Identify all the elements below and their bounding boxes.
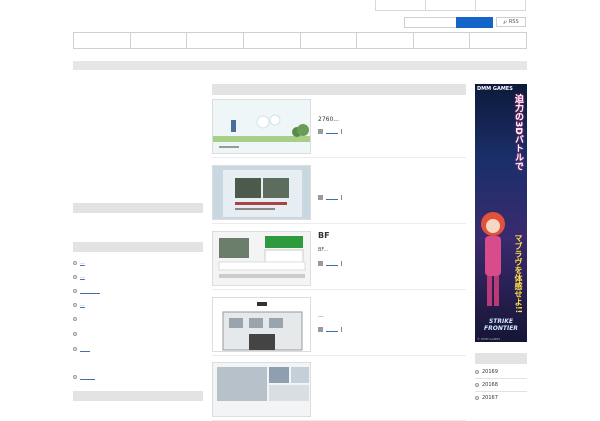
bullet-icon bbox=[73, 275, 77, 279]
post-item bbox=[212, 165, 466, 224]
post-meta bbox=[318, 261, 342, 266]
archive-item-label: 20169 bbox=[482, 369, 498, 375]
ad-banner[interactable]: DMM GAMES 迫力の3Dバトルで マブラヴを体感せよ!! STRIKE F… bbox=[475, 84, 527, 342]
separator-icon bbox=[341, 327, 342, 332]
post-title[interactable]: BF bbox=[318, 231, 330, 240]
post-thumbnail[interactable] bbox=[212, 231, 311, 286]
post-thumbnail[interactable] bbox=[212, 165, 311, 220]
ad-headline: 迫力の3Dバトルで bbox=[513, 94, 523, 171]
main-heading-bar bbox=[212, 84, 466, 95]
post-thumbnail[interactable] bbox=[212, 99, 311, 154]
post-excerpt: BF... bbox=[318, 247, 329, 253]
nav-item-6[interactable] bbox=[357, 33, 414, 48]
sidebar-item-label: ... bbox=[80, 274, 85, 280]
separator-icon bbox=[341, 195, 342, 200]
rss-icon: ℘ bbox=[503, 19, 507, 25]
sidebar-item[interactable]: ______ bbox=[73, 374, 95, 380]
divider bbox=[475, 391, 527, 392]
ad-footer: © DMM GAMES bbox=[477, 337, 501, 341]
post-meta bbox=[318, 195, 342, 200]
bullet-icon bbox=[73, 375, 77, 379]
bullet-icon bbox=[475, 383, 479, 387]
utility-tab-3[interactable] bbox=[475, 0, 526, 11]
nav-item-1[interactable] bbox=[74, 33, 131, 48]
sidebar-item[interactable] bbox=[73, 332, 80, 336]
archive-item-label: 20167 bbox=[482, 395, 498, 401]
archive-item[interactable]: 20167 bbox=[475, 395, 498, 401]
ad-subline: マブラヴを体感せよ!! bbox=[514, 234, 523, 314]
bullet-icon bbox=[73, 332, 77, 336]
sidebar-item[interactable]: ... bbox=[73, 302, 85, 308]
archive-item[interactable]: 20169 bbox=[475, 369, 498, 375]
sidebar-item-label: ... bbox=[80, 260, 85, 266]
post-thumbnail[interactable] bbox=[212, 362, 311, 417]
bullet-icon bbox=[73, 289, 77, 293]
sidebar-item-label: ... bbox=[80, 302, 85, 308]
post-item bbox=[212, 362, 466, 421]
post-thumbnail[interactable] bbox=[212, 297, 311, 352]
sidebar-item[interactable]: ________ bbox=[73, 288, 100, 294]
archive-heading bbox=[475, 353, 527, 364]
search-input[interactable] bbox=[404, 17, 457, 28]
bullet-icon bbox=[73, 317, 77, 321]
rss-button[interactable]: ℘ RSS bbox=[496, 17, 526, 27]
breadcrumb bbox=[73, 61, 527, 70]
bullet-icon bbox=[475, 370, 479, 374]
nav-item-5[interactable] bbox=[301, 33, 358, 48]
archive-item-label: 20168 bbox=[482, 382, 498, 388]
post-meta bbox=[318, 129, 342, 134]
post-item: ... bbox=[212, 297, 466, 356]
separator-icon bbox=[341, 261, 342, 266]
post-item: 2760... bbox=[212, 99, 466, 158]
sidebar-item[interactable]: ... bbox=[73, 274, 85, 280]
utility-tab-2[interactable] bbox=[425, 0, 475, 11]
folder-icon bbox=[318, 129, 323, 134]
sidebar-item-label: ______ bbox=[80, 374, 95, 380]
utility-tab-1[interactable] bbox=[375, 0, 425, 11]
ad-brand: DMM GAMES bbox=[477, 86, 513, 92]
global-nav bbox=[73, 32, 527, 49]
bullet-icon bbox=[73, 347, 77, 351]
post-meta bbox=[318, 327, 342, 332]
separator-icon bbox=[341, 129, 342, 134]
sidebar-heading-1 bbox=[73, 203, 203, 213]
nav-item-2[interactable] bbox=[131, 33, 188, 48]
folder-icon bbox=[318, 261, 323, 266]
nav-item-8[interactable] bbox=[470, 33, 526, 48]
sidebar-item-label: ____ bbox=[80, 346, 90, 352]
sidebar-item[interactable]: ____ bbox=[73, 346, 90, 352]
post-item: BF BF... bbox=[212, 231, 466, 290]
sidebar-item[interactable] bbox=[73, 317, 80, 321]
top-utility-tabs bbox=[375, 0, 526, 11]
ad-logo: STRIKE FRONTIER bbox=[484, 318, 518, 332]
nav-item-7[interactable] bbox=[414, 33, 471, 48]
post-title[interactable]: 2760... bbox=[318, 116, 339, 123]
bullet-icon bbox=[73, 303, 77, 307]
category-link[interactable] bbox=[326, 198, 338, 200]
nav-item-4[interactable] bbox=[244, 33, 301, 48]
category-link[interactable] bbox=[326, 132, 338, 134]
sidebar-item-label: ________ bbox=[80, 288, 100, 294]
bullet-icon bbox=[73, 261, 77, 265]
nav-item-3[interactable] bbox=[187, 33, 244, 48]
rss-label: RSS bbox=[508, 19, 519, 25]
category-link[interactable] bbox=[326, 330, 338, 332]
folder-icon bbox=[318, 195, 323, 200]
search-button[interactable] bbox=[456, 17, 493, 28]
folder-icon bbox=[318, 327, 323, 332]
archive-item[interactable]: 20168 bbox=[475, 382, 498, 388]
category-link[interactable] bbox=[326, 264, 338, 266]
sidebar-item[interactable]: ... bbox=[73, 260, 85, 266]
sidebar-heading-2 bbox=[73, 242, 203, 252]
post-title[interactable]: ... bbox=[318, 312, 324, 319]
ad-character-illustration bbox=[481, 212, 505, 306]
divider bbox=[475, 378, 527, 379]
bullet-icon bbox=[475, 396, 479, 400]
